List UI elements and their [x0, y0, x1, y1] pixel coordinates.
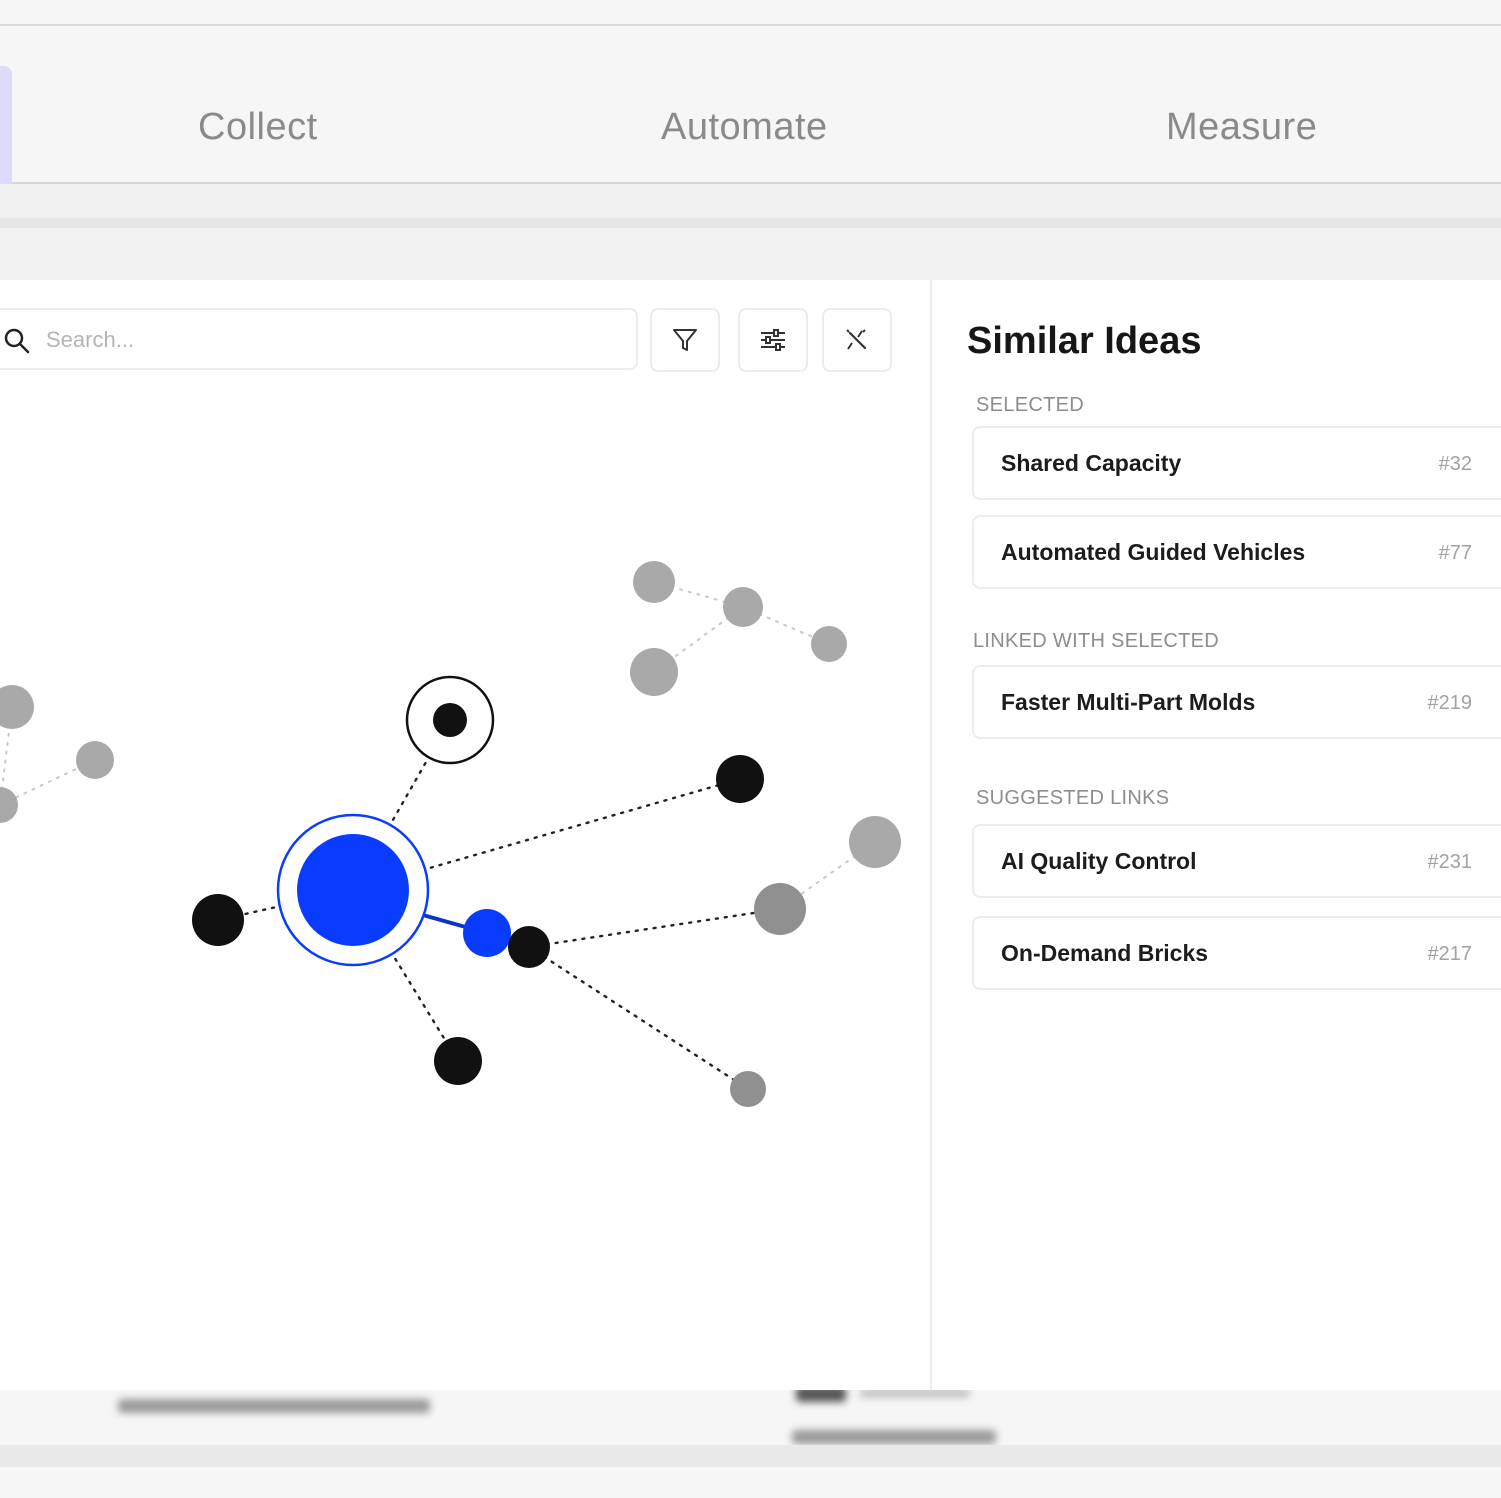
section-label-selected: SELECTED [976, 394, 1084, 416]
similar-ideas-panel: Similar Ideas SELECTED Shared Capacity #… [932, 280, 1501, 1390]
idea-name: Faster Multi-Part Molds [1001, 689, 1256, 715]
blurred-row-text [860, 1390, 970, 1398]
unlink-icon [846, 329, 867, 350]
search-input[interactable] [44, 324, 608, 356]
blurred-avatar [796, 1390, 846, 1402]
graph-edge [527, 945, 750, 1091]
idea-card[interactable]: Faster Multi-Part Molds #219 [972, 665, 1501, 739]
idea-card[interactable]: Shared Capacity #32 [972, 426, 1501, 500]
active-tab-indicator[interactable] [0, 66, 12, 192]
section-label-suggested: SUGGESTED LINKS [976, 787, 1170, 809]
idea-node[interactable] [508, 926, 550, 968]
idea-node[interactable] [723, 587, 763, 627]
idea-id: #231 [1427, 851, 1473, 873]
unlink-button[interactable] [822, 308, 892, 372]
idea-card[interactable]: AI Quality Control #231 [972, 824, 1501, 898]
tab-automate[interactable]: Automate [661, 106, 828, 149]
idea-id: #77 [1438, 542, 1472, 564]
idea-node[interactable] [811, 626, 847, 662]
idea-node[interactable] [0, 787, 18, 823]
idea-card[interactable]: Automated Guided Vehicles #77 [972, 515, 1501, 589]
idea-graph[interactable] [0, 280, 930, 1390]
idea-node[interactable] [0, 685, 34, 729]
filter-button[interactable] [650, 308, 720, 372]
blurred-row-text [792, 1430, 996, 1444]
tab-bar: Collect Automate Measure [0, 26, 1501, 192]
bottom-base [0, 1467, 1501, 1498]
idea-name: Shared Capacity [1001, 450, 1182, 476]
sub-toolbar [0, 228, 1501, 490]
idea-node[interactable] [754, 883, 806, 935]
graph-panel [0, 280, 932, 1390]
idea-node[interactable] [192, 894, 244, 946]
idea-node[interactable] [630, 648, 678, 696]
idea-node[interactable] [730, 1071, 766, 1107]
idea-node[interactable] [434, 1037, 482, 1085]
idea-id: #219 [1427, 692, 1473, 714]
idea-node[interactable] [633, 561, 675, 603]
search-box[interactable] [0, 308, 638, 370]
idea-node[interactable] [433, 703, 467, 737]
idea-name: Automated Guided Vehicles [1001, 539, 1306, 565]
divider-band [0, 184, 1501, 220]
idea-id: #32 [1438, 453, 1472, 475]
sliders-icon [761, 329, 785, 351]
idea-node[interactable] [716, 755, 764, 803]
filter-icon [673, 329, 697, 351]
blurred-row-text [118, 1399, 430, 1413]
tab-measure[interactable]: Measure [1166, 106, 1317, 149]
idea-card[interactable]: On-Demand Bricks #217 [972, 916, 1501, 990]
background-list-rows [0, 1390, 1501, 1445]
idea-node[interactable] [849, 816, 901, 868]
idea-node[interactable] [463, 909, 511, 957]
graph-edge [527, 907, 782, 949]
adjust-button[interactable] [738, 308, 808, 372]
section-label-linked: LINKED WITH SELECTED [973, 630, 1220, 652]
bottom-strip [0, 1445, 1501, 1467]
idea-name: AI Quality Control [1001, 848, 1197, 874]
selected-idea-node[interactable] [297, 834, 409, 946]
idea-node[interactable] [76, 741, 114, 779]
divider-band-dark [0, 218, 1501, 228]
idea-name: On-Demand Bricks [1001, 940, 1209, 966]
idea-id: #217 [1427, 943, 1473, 965]
tab-collect[interactable]: Collect [198, 106, 318, 149]
search-icon [4, 328, 30, 354]
panel-title: Similar Ideas [967, 320, 1202, 362]
top-strip [0, 0, 1501, 26]
